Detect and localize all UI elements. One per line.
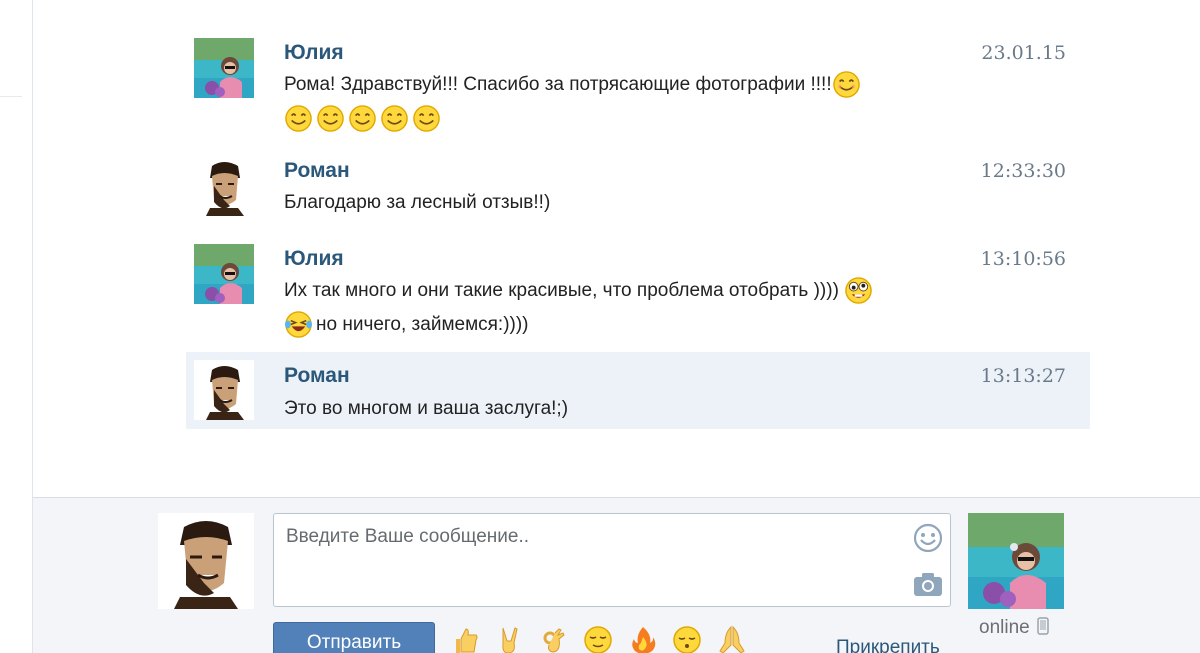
smile-emoji-icon	[349, 105, 376, 133]
yulia-avatar[interactable]	[194, 38, 254, 98]
roman-avatar[interactable]	[194, 156, 254, 216]
message-author[interactable]: Юлия	[284, 247, 344, 271]
camera-icon[interactable]	[912, 570, 944, 598]
message-row[interactable]: Роман 12:33:30 Благодарю за лесный отзыв…	[186, 148, 1090, 226]
attach-link[interactable]: Прикрепить	[836, 637, 940, 653]
smile-emoji-row	[284, 105, 444, 133]
message-text: Рома! Здравствуй!!! Спасибо за потрясающ…	[284, 68, 864, 136]
message-row[interactable]: Юлия 13:10:56 Их так много и они такие к…	[186, 236, 1090, 344]
chat-window: Юлия 23.01.15 Рома! Здравствуй!!! Спасиб…	[0, 0, 1200, 653]
left-divider	[0, 96, 22, 97]
pensive-emoji-icon[interactable]	[672, 625, 702, 653]
praying-hands-emoji-icon[interactable]	[717, 625, 747, 653]
roman-avatar[interactable]	[194, 360, 254, 420]
message-time: 12:33:30	[980, 160, 1066, 182]
message-text: Их так много и они такие красивые, что п…	[284, 274, 876, 342]
goofy-emoji-icon	[845, 277, 872, 305]
message-text-line: Их так много и они такие красивые, что п…	[284, 280, 839, 301]
yulia-avatar[interactable]	[194, 244, 254, 304]
online-status-label: online	[979, 617, 1030, 638]
message-input[interactable]	[284, 522, 898, 552]
smile-emoji-icon	[413, 105, 440, 133]
relieved-emoji-icon[interactable]	[583, 625, 613, 653]
thumbs-up-emoji-icon[interactable]	[450, 625, 480, 653]
message-text: Благодарю за лесный отзыв!!)	[284, 192, 551, 213]
message-time: 23.01.15	[981, 42, 1066, 64]
smile-emoji-icon	[317, 105, 344, 133]
message-time: 13:13:27	[980, 365, 1066, 387]
send-button[interactable]: Отправить	[273, 622, 435, 653]
peer-avatar[interactable]	[968, 513, 1064, 609]
message-row[interactable]: Юлия 23.01.15 Рома! Здравствуй!!! Спасиб…	[186, 30, 1090, 140]
message-text-line: Рома! Здравствуй!!! Спасибо за потрясающ…	[284, 74, 832, 95]
message-text-line: но ничего, займемся:))))	[316, 314, 529, 335]
online-status: online	[979, 617, 1049, 639]
mobile-icon	[1037, 617, 1049, 635]
message-author[interactable]: Юлия	[284, 41, 344, 65]
message-time: 13:10:56	[980, 248, 1066, 270]
message-text: Это во многом и ваша заслуга!;)	[284, 398, 569, 419]
smile-emoji-icon	[381, 105, 408, 133]
emoji-picker-icon[interactable]	[912, 522, 944, 554]
quick-emoji-bar	[450, 625, 757, 653]
ok-hand-emoji-icon[interactable]	[539, 625, 569, 653]
message-author[interactable]: Роман	[284, 159, 350, 183]
message-row-selected[interactable]: Роман 13:13:27 Это во многом и ваша засл…	[186, 352, 1090, 429]
my-avatar[interactable]	[158, 513, 254, 609]
message-author[interactable]: Роман	[284, 364, 350, 388]
message-input-box[interactable]	[273, 513, 951, 607]
victory-hand-emoji-icon[interactable]	[494, 625, 524, 653]
smile-emoji-icon	[832, 71, 860, 99]
smile-emoji-icon	[285, 105, 312, 133]
fire-emoji-icon[interactable]	[628, 625, 658, 653]
laughing-tears-emoji-icon	[284, 311, 313, 339]
